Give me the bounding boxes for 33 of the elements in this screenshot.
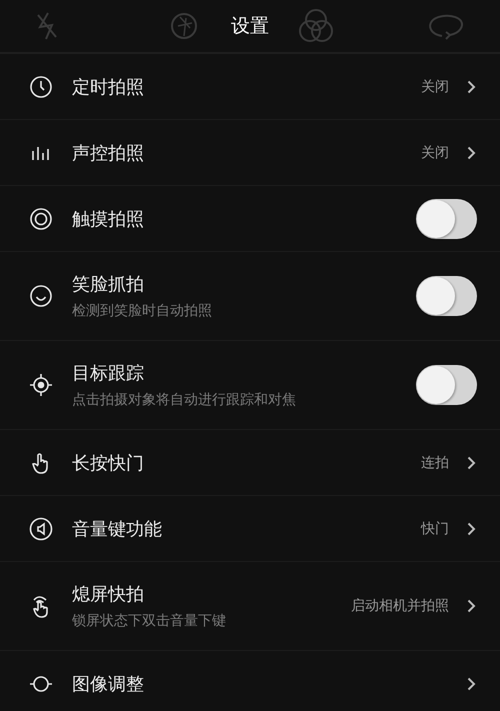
chevron-right-icon[interactable]: [467, 522, 476, 536]
chevron-right-icon[interactable]: [467, 146, 476, 160]
toggle-switch[interactable]: [416, 365, 477, 405]
setting-label: 定时拍照: [72, 76, 145, 98]
setting-value: 关闭: [421, 144, 449, 162]
color-filter-icon[interactable]: [298, 8, 334, 44]
setting-value: 启动相机并拍照: [351, 597, 449, 615]
setting-label: 笑脸抓拍: [72, 273, 145, 296]
chevron-right-icon[interactable]: [467, 456, 476, 470]
target-icon: [29, 373, 53, 397]
toggle-switch[interactable]: [416, 198, 477, 238]
speaker-icon: [29, 516, 53, 540]
setting-label: 熄屏快拍: [72, 583, 145, 606]
setting-description: 锁屏状态下双击音量下键: [72, 612, 227, 630]
setting-label: 图像调整: [72, 672, 145, 696]
setting-description: 点击拍摄对象将自动进行跟踪和对焦: [72, 391, 297, 409]
toggle-switch[interactable]: [416, 276, 477, 316]
setting-label: 目标跟踪: [72, 362, 145, 385]
setting-value: 关闭: [421, 78, 449, 96]
setting-description: 检测到笑脸时自动拍照: [72, 302, 213, 320]
setting-label: 声控拍照: [72, 142, 145, 164]
setting-value: 快门: [421, 520, 449, 538]
chevron-right-icon[interactable]: [467, 599, 476, 613]
chevron-right-icon[interactable]: [467, 676, 476, 690]
setting-label: 长按快门: [72, 452, 145, 474]
setting-value: 连拍: [421, 454, 449, 472]
smiley-icon: [29, 284, 53, 308]
chevron-right-icon[interactable]: [467, 80, 476, 94]
ring-icon: [29, 206, 53, 230]
setting-label: 音量键功能: [72, 518, 163, 540]
screen-title: 设置: [231, 14, 269, 39]
clock-icon: [29, 74, 53, 98]
setting-label: 触摸拍照: [72, 208, 145, 230]
